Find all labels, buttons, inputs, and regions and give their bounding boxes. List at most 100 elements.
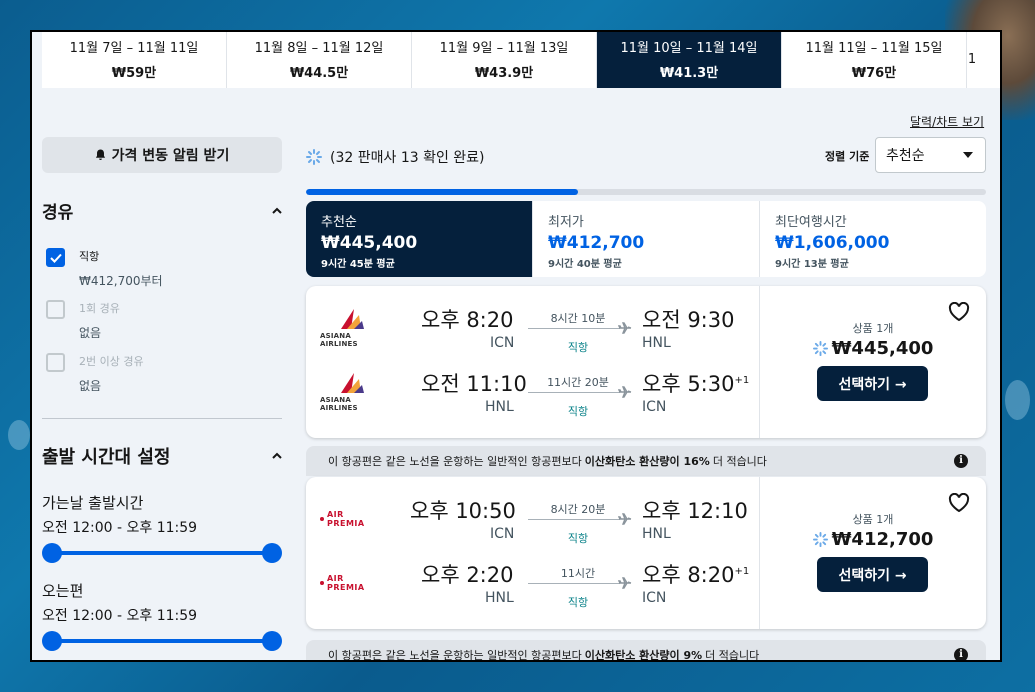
stops-filter-header[interactable]: 경유 — [42, 198, 282, 223]
chevron-up-icon[interactable] — [272, 206, 282, 216]
result-price: ₩445,400 — [760, 338, 986, 359]
departure-time: 오후 8:20 — [421, 308, 514, 332]
asiana-logo-icon — [341, 309, 364, 329]
airline-logo: AIR PREMIA — [320, 563, 384, 603]
eco-notice-text-end: 더 적습니다 — [712, 455, 767, 468]
price-column: 상품 1개 ₩412,700 선택하기 → — [759, 477, 986, 629]
date-tab-selected[interactable]: 11월 10일 – 11월 14일 ₩41.3만 — [597, 30, 782, 88]
heart-icon[interactable] — [948, 493, 970, 513]
sort-tab-duration: 9시간 40분 평균 — [548, 259, 622, 270]
result-price-value: ₩445,400 — [831, 338, 934, 359]
arrival-time: 오후 8:20+1 — [642, 559, 749, 589]
date-price: ₩59만 — [111, 66, 157, 81]
return-time-range: 오전 12:00 - 오후 11:59 — [42, 608, 198, 624]
sort-tab-title: 최단여행시간 — [775, 215, 847, 230]
deals-count: 상품 1개 — [852, 322, 894, 335]
flight-duration: 11시간 20분 — [547, 376, 609, 389]
airline-logo: ASIANA AIRLINES — [320, 372, 384, 412]
airline-name: AIR PREMIA — [320, 574, 384, 592]
arrival-time-text: 오후 5:30 — [642, 372, 735, 396]
heart-icon[interactable] — [948, 302, 970, 322]
calendar-chart-link[interactable]: 달력/차트 보기 — [910, 113, 984, 130]
sort-tab-best[interactable]: 추천순 ₩445,400 9시간 45분 평균 — [306, 201, 533, 277]
time-filter-header[interactable]: 출발 시간대 설정 — [42, 443, 282, 469]
checkbox[interactable] — [46, 300, 65, 319]
flight-result-card[interactable]: ASIANA AIRLINES 오후 8:20 ICN 8시간 10분 직항 오… — [306, 286, 986, 438]
date-price: ₩41.3만 — [659, 66, 719, 81]
sort-tab-price: ₩1,606,000 — [775, 233, 890, 253]
arrival-time: 오전 9:30 — [642, 308, 735, 332]
date-price: ₩76만 — [851, 66, 897, 81]
date-range: 11월 7일 – 11월 11일 — [69, 41, 199, 56]
eco-notice-text: 이 항공편은 같은 노선을 운항하는 일반적인 항공편보다 — [328, 455, 582, 468]
info-icon[interactable]: i — [954, 454, 968, 468]
eco-notice: 이 항공편은 같은 노선을 운항하는 일반적인 항공편보다 이산화탄소 환산량이… — [306, 640, 986, 662]
outbound-time-slider[interactable] — [42, 543, 282, 563]
date-tab[interactable]: 11월 7일 – 11월 11일 ₩59만 — [42, 30, 227, 88]
sort-tab-cheapest[interactable]: 최저가 ₩412,700 9시간 40분 평균 — [533, 201, 760, 277]
select-flight-button[interactable]: 선택하기 → — [817, 366, 928, 401]
arrival-time: 오후 5:30+1 — [642, 368, 749, 398]
date-price: ₩43.9만 — [474, 66, 534, 81]
search-progress-bar — [306, 189, 986, 195]
date-tab[interactable]: 11월 8일 – 11월 12일 ₩44.5만 — [227, 30, 412, 88]
slider-handle-start[interactable] — [42, 631, 62, 651]
caret-down-icon — [963, 152, 973, 158]
flight-duration: 8시간 20분 — [550, 503, 606, 516]
departure-time: 오후 10:50 — [410, 499, 516, 523]
slider-handle-end[interactable] — [262, 543, 282, 563]
slider-handle-start[interactable] — [42, 543, 62, 563]
date-range: 11월 11일 – 11월 15일 — [805, 41, 943, 56]
stops-option-price: 없음 — [79, 326, 102, 340]
next-day-badge: +1 — [734, 566, 750, 577]
stops-label: 직항 — [567, 532, 589, 545]
arrival-airport: HNL — [642, 335, 671, 351]
date-tab-partial[interactable]: 1 — [967, 30, 977, 88]
checkbox[interactable] — [46, 353, 65, 372]
arrival-airport: ICN — [642, 590, 667, 606]
airline-logo: ASIANA AIRLINES — [320, 308, 384, 348]
select-flight-button[interactable]: 선택하기 → — [817, 557, 928, 592]
date-strip: 11월 7일 – 11월 11일 ₩59만 11월 8일 – 11월 12일 ₩44… — [42, 30, 1002, 88]
slider-handle-end[interactable] — [262, 631, 282, 651]
stops-label: 직항 — [567, 596, 589, 609]
search-progress-fill — [306, 189, 578, 195]
flight-duration: 8시간 10분 — [550, 312, 606, 325]
sea-foam — [1005, 380, 1030, 420]
stops-option-label: 직항 — [79, 250, 100, 263]
price-alert-label: 가격 변동 알림 받기 — [111, 148, 230, 164]
return-time-slider[interactable] — [42, 631, 282, 651]
outbound-time-range: 오전 12:00 - 오후 11:59 — [42, 520, 198, 536]
date-range: 11월 8일 – 11월 12일 — [254, 41, 384, 56]
stops-option-price: 없음 — [79, 379, 102, 393]
flight-result-card[interactable]: AIR PREMIA 오후 10:50 ICN 8시간 20분 직항 오후 12… — [306, 477, 986, 629]
checkbox-checked[interactable] — [46, 248, 65, 267]
stops-option-one-stop[interactable]: 1회 경유 없음 — [46, 300, 120, 341]
date-tab[interactable]: 11월 9일 – 11월 13일 ₩43.9만 — [412, 30, 597, 88]
check-icon — [49, 253, 62, 263]
arrival-time-text: 오후 8:20 — [642, 563, 735, 587]
sort-tab-title: 추천순 — [321, 215, 357, 230]
price-column: 상품 1개 ₩445,400 선택하기 → — [759, 286, 986, 438]
result-price: ₩412,700 — [760, 529, 986, 550]
plane-icon — [618, 577, 632, 589]
stops-option-price: ₩412,700부터 — [79, 274, 163, 288]
departure-time: 오후 2:20 — [421, 563, 514, 587]
sort-dropdown[interactable]: 추천순 — [875, 137, 986, 173]
stops-option-two-plus[interactable]: 2번 이상 경유 없음 — [46, 353, 144, 394]
eco-notice-text: 이 항공편은 같은 노선을 운항하는 일반적인 항공편보다 — [328, 649, 582, 662]
stops-option-direct[interactable]: 직항 ₩412,700부터 — [46, 248, 163, 289]
date-range: 1 — [967, 51, 977, 67]
date-tab[interactable]: 11월 11일 – 11월 15일 ₩76만 — [782, 30, 967, 88]
route-line — [528, 519, 620, 520]
arrival-airport: ICN — [642, 399, 667, 415]
stops-label: 직항 — [567, 341, 589, 354]
flight-leg-return: ASIANA AIRLINES 오전 11:10 HNL 11시간 20분 직항… — [306, 362, 760, 422]
info-icon[interactable]: i — [954, 648, 968, 662]
airline-name: ASIANA AIRLINES — [320, 332, 358, 348]
sort-tab-fastest[interactable]: 최단여행시간 ₩1,606,000 9시간 13분 평균 — [760, 201, 986, 277]
stops-label: 직항 — [567, 405, 589, 418]
chevron-up-icon[interactable] — [272, 451, 282, 461]
price-alert-button[interactable]: 가격 변동 알림 받기 — [42, 137, 282, 173]
date-range: 11월 9일 – 11월 13일 — [439, 41, 569, 56]
